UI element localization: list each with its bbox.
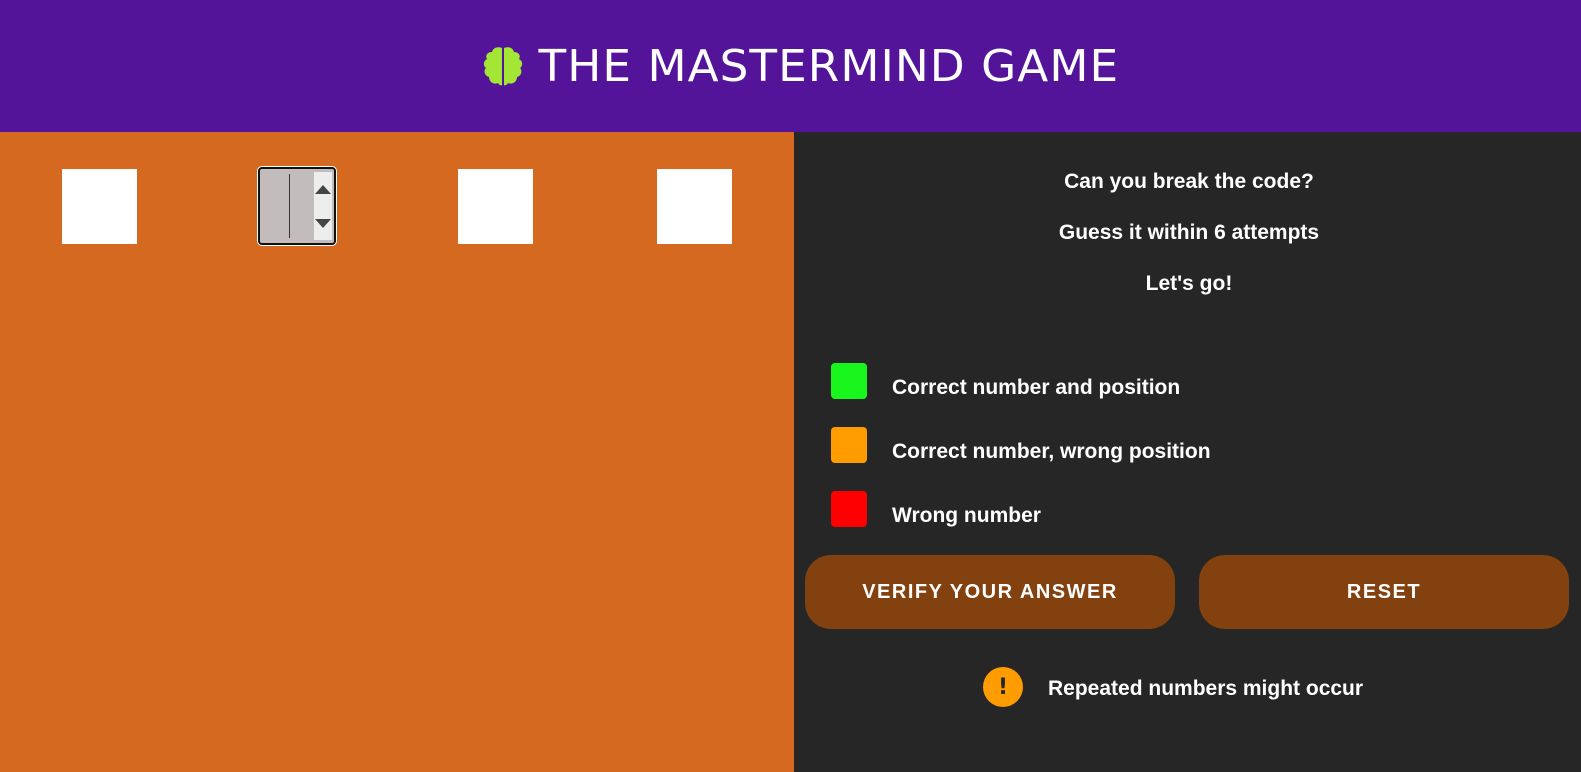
verify-answer-button[interactable]: VERIFY YOUR ANSWER	[805, 555, 1175, 629]
guess-board	[0, 132, 794, 772]
reset-button[interactable]: RESET	[1199, 555, 1569, 629]
legend-item-misplaced: Correct number, wrong position	[831, 426, 1211, 464]
legend-item-correct: Correct number and position	[831, 362, 1180, 400]
digit-input-3[interactable]	[458, 169, 533, 244]
red-swatch	[831, 491, 867, 527]
spin-down-icon[interactable]	[315, 218, 331, 228]
intro-line-1: Can you break the code?	[1064, 170, 1314, 193]
green-swatch	[831, 363, 867, 399]
legend-label: Wrong number	[892, 504, 1041, 527]
info-panel: Can you break the code? Guess it within …	[794, 132, 1581, 772]
repeat-note: ! Repeated numbers might occur	[983, 667, 1363, 707]
exclamation-icon: !	[983, 667, 1023, 707]
note-text: Repeated numbers might occur	[1048, 677, 1364, 700]
intro-line-3: Let's go!	[1145, 272, 1233, 295]
digit-input-1[interactable]	[62, 169, 137, 244]
brain-icon	[483, 47, 522, 86]
digit-input-2[interactable]	[258, 167, 336, 245]
header: THE MASTERMIND GAME	[0, 0, 1581, 132]
orange-swatch	[831, 427, 867, 463]
legend-item-wrong: Wrong number	[831, 490, 1041, 528]
digit-input-4[interactable]	[657, 169, 732, 244]
brand: THE MASTERMIND GAME	[481, 41, 1118, 92]
intro-line-2: Guess it within 6 attempts	[1058, 221, 1320, 244]
spin-up-icon[interactable]	[315, 184, 331, 194]
number-spinner[interactable]	[314, 172, 332, 240]
legend-label: Correct number, wrong position	[892, 440, 1211, 463]
text-caret	[289, 174, 290, 238]
game-title: THE MASTERMIND GAME	[538, 40, 1119, 92]
legend-label: Correct number and position	[892, 376, 1181, 399]
